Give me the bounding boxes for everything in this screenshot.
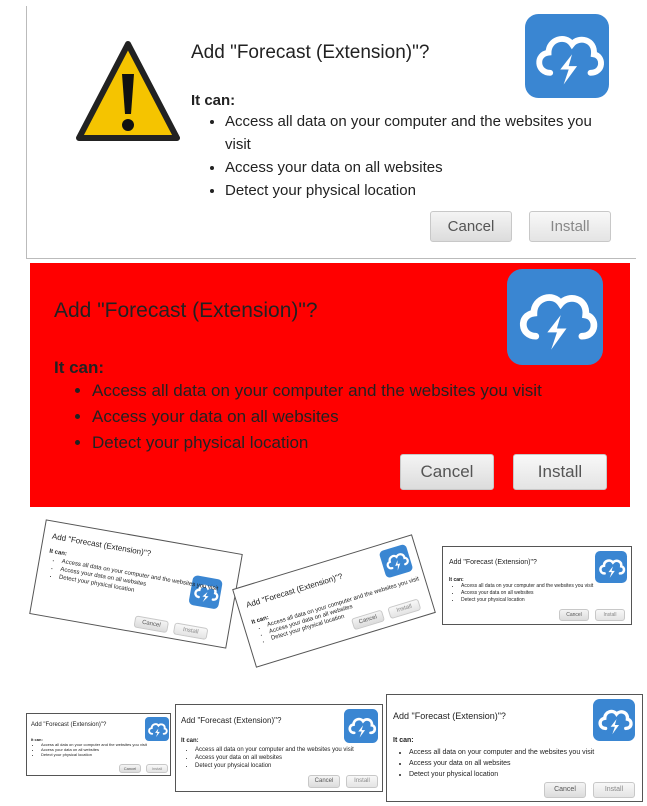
- it-can-label: It can:: [191, 92, 236, 109]
- permission-list: Access all data on your computer and the…: [207, 110, 615, 202]
- it-can-label: It can:: [54, 358, 105, 377]
- permission-item: Detect your physical location: [41, 752, 177, 757]
- permission-item: Access your data on all websites: [225, 156, 615, 179]
- permission-item: Access all data on your computer and the…: [461, 583, 639, 590]
- permission-list: Access all data on your computer and the…: [50, 556, 249, 614]
- dialog-small: Add "Forecast (Extension)"? It can: Acce…: [442, 546, 632, 625]
- permission-item: Detect your physical location: [225, 179, 615, 202]
- permission-item: Access all data on your computer and the…: [195, 746, 391, 754]
- it-can-label: It can:: [393, 737, 414, 744]
- permission-list: Access all data on your computer and the…: [74, 378, 632, 456]
- cancel-button[interactable]: Cancel: [308, 775, 340, 788]
- dialog-title: Add "Forecast (Extension)"?: [181, 716, 282, 725]
- dialog-warning: Add "Forecast (Extension)"? It can: Acce…: [26, 6, 636, 259]
- cancel-button[interactable]: Cancel: [133, 615, 170, 634]
- permission-list: Access all data on your computer and the…: [187, 746, 391, 770]
- dialog-title: Add "Forecast (Extension)"?: [54, 299, 318, 322]
- dialog-medium: Add "Forecast (Extension)"? It can: Acce…: [175, 704, 383, 792]
- cloud-lightning-icon: [525, 14, 609, 98]
- dialog-tiny: Add "Forecast (Extension)"? It can: Acce…: [26, 713, 171, 776]
- permission-item: Access your data on all websites: [409, 758, 647, 769]
- cancel-button[interactable]: Cancel: [559, 609, 589, 621]
- permission-list: Access all data on your computer and the…: [400, 747, 647, 780]
- dialog-title: Add "Forecast (Extension)"?: [31, 722, 107, 728]
- it-can-label: It can:: [181, 738, 199, 744]
- permission-item: Access all data on your computer and the…: [92, 378, 632, 404]
- permission-item: Access your data on all websites: [461, 590, 639, 597]
- dialog-title: Add "Forecast (Extension)"?: [191, 42, 430, 63]
- install-button[interactable]: Install: [529, 211, 611, 242]
- permission-item: Detect your physical location: [461, 597, 639, 604]
- dialog-large: Add "Forecast (Extension)"? It can: Acce…: [386, 694, 643, 802]
- cancel-button[interactable]: Cancel: [400, 454, 494, 490]
- cloud-lightning-icon: [595, 551, 627, 583]
- permission-item: Detect your physical location: [195, 762, 391, 770]
- permission-list: Access all data on your computer and the…: [454, 583, 639, 604]
- cancel-button[interactable]: Cancel: [544, 782, 586, 798]
- permission-item: Detect your physical location: [92, 430, 632, 456]
- dialog-title: Add "Forecast (Extension)"?: [393, 711, 506, 721]
- cancel-button[interactable]: Cancel: [119, 764, 141, 773]
- install-button[interactable]: Install: [593, 782, 635, 798]
- cancel-button[interactable]: Cancel: [430, 211, 512, 242]
- install-button[interactable]: Install: [595, 609, 625, 621]
- permission-list: Access all data on your computer and the…: [35, 742, 177, 757]
- install-button[interactable]: Install: [513, 454, 607, 490]
- install-button[interactable]: Install: [172, 622, 209, 641]
- warning-triangle-icon: [75, 40, 181, 144]
- cloud-lightning-icon: [378, 543, 414, 579]
- permission-item: Access your data on all websites: [195, 754, 391, 762]
- cloud-lightning-icon: [507, 269, 603, 365]
- permission-item: Access all data on your computer and the…: [225, 110, 615, 156]
- cloud-lightning-icon: [145, 717, 169, 741]
- permission-item: Access your data on all websites: [92, 404, 632, 430]
- dialog-rotated-ccw: Add "Forecast (Extension)"? It can: Acce…: [232, 534, 436, 668]
- permission-item: Detect your physical location: [409, 769, 647, 780]
- cloud-lightning-icon: [593, 699, 635, 741]
- dialog-rotated-cw: Add "Forecast (Extension)"? It can: Acce…: [29, 519, 243, 649]
- install-button[interactable]: Install: [146, 764, 168, 773]
- install-button[interactable]: Install: [346, 775, 378, 788]
- permission-item: Access all data on your computer and the…: [409, 747, 647, 758]
- cloud-lightning-icon: [344, 709, 378, 743]
- dialog-red: Add "Forecast (Extension)"? It can: Acce…: [30, 263, 630, 507]
- dialog-title: Add "Forecast (Extension)"?: [449, 559, 537, 566]
